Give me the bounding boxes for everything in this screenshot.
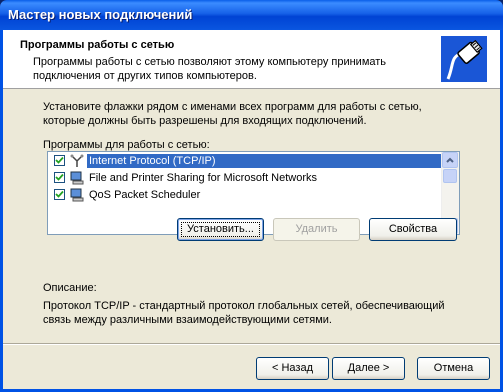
page-subtitle: Программы работы с сетью позволяют этому… (33, 56, 387, 82)
wizard-client-area: Программы работы с сетью Программы работ… (3, 30, 500, 389)
window-frame: Программы работы с сетью Программы работ… (0, 30, 503, 392)
checkbox[interactable] (54, 172, 65, 183)
remove-button-label: Удалить (295, 223, 338, 235)
cancel-button[interactable]: Отмена (417, 357, 490, 380)
network-cable-icon (441, 36, 487, 82)
cancel-button-label: Отмена (433, 362, 474, 374)
wizard-header: Программы работы с сетью Программы работ… (3, 30, 500, 89)
list-item[interactable]: Internet Protocol (TCP/IP) (49, 153, 442, 169)
wizard-window: Мастер новых подключений Программы работ… (0, 0, 503, 392)
checkbox[interactable] (54, 155, 65, 166)
remove-button[interactable]: Удалить (273, 218, 360, 241)
list-item-label: Internet Protocol (TCP/IP) (87, 154, 442, 168)
properties-button-label: Свойства (388, 223, 438, 235)
chevron-up-icon (446, 157, 454, 163)
list-item-label: QoS Packet Scheduler (89, 189, 201, 201)
network-service-icon (70, 171, 84, 185)
checkbox[interactable] (54, 189, 65, 200)
programs-list-label: Программы для работы с сетью: (43, 139, 210, 151)
next-button[interactable]: Далее > (332, 357, 405, 380)
properties-button[interactable]: Свойства (369, 218, 457, 241)
list-item-label: File and Printer Sharing for Microsoft N… (89, 172, 318, 184)
window-title: Мастер новых подключений (8, 7, 193, 22)
description-text: Протокол TCP/IP - стандартный протокол г… (43, 300, 445, 326)
back-button-label: < Назад (272, 362, 313, 374)
next-button-label: Далее > (347, 362, 390, 374)
install-button[interactable]: Установить... (177, 218, 264, 241)
scroll-thumb[interactable] (443, 169, 457, 183)
checkmark-icon (55, 190, 64, 198)
back-button[interactable]: < Назад (256, 357, 329, 380)
list-item[interactable]: QoS Packet Scheduler (49, 187, 442, 203)
description-label: Описание: (43, 282, 97, 294)
instructions-text: Установите флажки рядом с именами всех п… (43, 101, 422, 127)
scroll-up-button[interactable] (442, 152, 458, 168)
divider (3, 343, 500, 345)
checkmark-icon (55, 156, 64, 164)
network-protocol-icon (70, 154, 84, 167)
focus-ring (181, 222, 260, 237)
list-item[interactable]: File and Printer Sharing for Microsoft N… (49, 170, 442, 186)
checkmark-icon (55, 173, 64, 181)
network-service-icon (70, 188, 84, 202)
title-bar[interactable]: Мастер новых подключений (0, 0, 503, 30)
page-title: Программы работы с сетью (20, 39, 175, 51)
